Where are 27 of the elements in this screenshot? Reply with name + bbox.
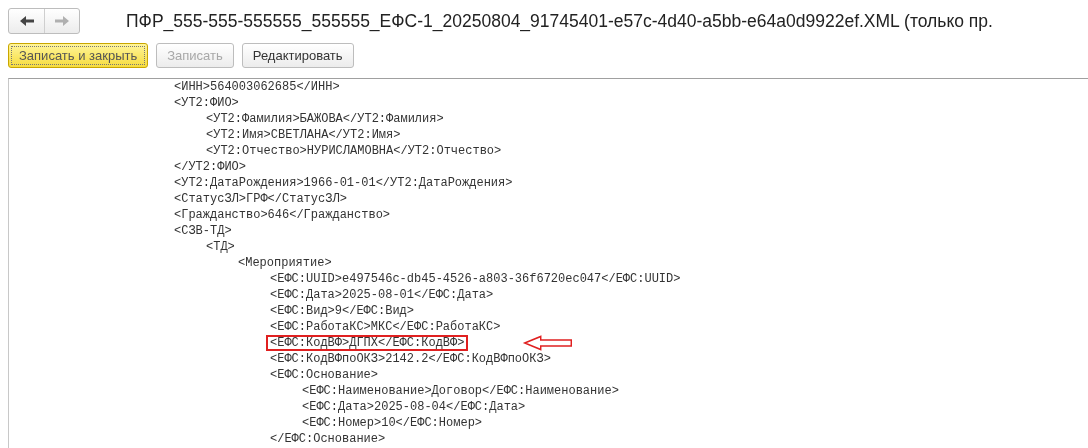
xml-line: <ЕФС:Основание> [269,367,380,383]
xml-line: <УТ2:Имя>СВЕТЛАНА</УТ2:Имя> [205,127,402,143]
xml-line: <ЕФС:Дата>2025-08-04</ЕФС:Дата> [301,399,527,415]
left-arrow-icon [19,16,34,26]
xml-line: <УТ2:Фамилия>БАЖОВА</УТ2:Фамилия> [205,111,445,127]
xml-line: <Гражданство>646</Гражданство> [173,207,392,223]
xml-line: <ЕФС:КодВФпоОКЗ>2142.2</ЕФС:КодВФпоОКЗ> [269,351,552,367]
xml-line: <УТ2:ДатаРождения>1966-01-01</УТ2:ДатаРождения> [173,175,514,191]
xml-line: <ЕФС:Номер>10</ЕФС:Номер> [301,415,484,431]
xml-line: <Мероприятие> [237,255,333,271]
xml-line: <ЕФС:Дата>2025-08-01</ЕФС:Дата> [269,287,495,303]
xml-line: <СтатусЗЛ>ГРФ</СтатусЗЛ> [173,191,348,207]
xml-line: <ТД> [205,239,236,255]
toolbar-button[interactable]: Редактировать [241,43,354,68]
toolbar-button[interactable]: Записать и закрыть [8,43,149,68]
xml-line: <ЕФС:РаботаКС>МКС</ЕФС:РаботаКС> [269,319,502,335]
xml-line: <СЗВ-ТД> [173,223,233,239]
xml-line: <ЕФС:Наименование>Договор</ЕФС:Наименование> [301,383,620,399]
right-arrow-icon [55,16,69,26]
xml-line: </УТ2:ФИО> [173,159,247,175]
window-title: ПФР_555-555-555555_555555_ЕФС-1_20250804_91745401-e57c-4d40-a5bb-e64a0d9922ef.XML (только пр. [126,10,993,32]
xml-line: <ЕФС:Вид>9</ЕФС:Вид> [269,303,416,319]
xml-line: <УТ2:Отчество>НУРИСЛАМОВНА</УТ2:Отчество> [205,143,503,159]
xml-line: <УТ2:ФИО> [173,95,240,111]
xml-line: <ИНН>564003062685</ИНН> [173,79,341,95]
xml-line: </ЕФС:Основание> [269,431,387,447]
xml-line: <ЕФС:UUID>e497546c-db45-4526-a803-36f6720ec047</ЕФС:UUID> [269,271,682,287]
